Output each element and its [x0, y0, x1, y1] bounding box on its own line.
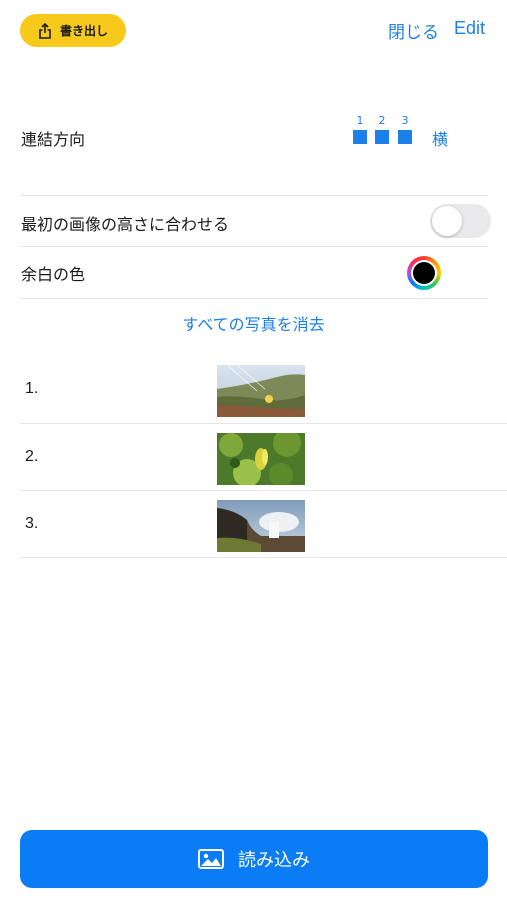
match-height-label: 最初の画像の高さに合わせる	[21, 215, 230, 234]
edit-button[interactable]: Edit	[454, 18, 485, 39]
load-button[interactable]: 読み込み	[20, 830, 488, 888]
direction-number-2: 2	[378, 114, 386, 127]
photo-thumbnail-3	[217, 500, 305, 552]
photo-index: 2.	[25, 448, 39, 465]
divider	[20, 557, 507, 558]
photo-index: 1.	[25, 380, 39, 397]
match-height-toggle[interactable]	[430, 204, 491, 238]
clear-all-photos-button[interactable]: すべての写真を消去	[0, 311, 507, 335]
direction-block-3	[398, 130, 412, 144]
color-well-ring	[411, 260, 437, 286]
load-button-label: 読み込み	[238, 850, 310, 871]
direction-number-3: 3	[401, 114, 409, 127]
margin-color-swatch	[413, 262, 435, 284]
photo-thumbnail-1	[217, 365, 305, 417]
direction-selector[interactable]: 1 2 3 横	[353, 114, 453, 149]
photo-row-3[interactable]: 3.	[20, 491, 507, 557]
export-button-label: 書き出し	[59, 24, 108, 38]
image-icon	[198, 849, 224, 869]
margin-color-well[interactable]	[407, 256, 441, 290]
photo-thumbnail-2	[217, 433, 305, 485]
direction-block-1	[353, 130, 367, 144]
close-button[interactable]: 閉じる	[388, 18, 439, 43]
margin-color-label: 余白の色	[21, 265, 86, 284]
share-icon	[39, 22, 51, 39]
direction-block-2	[375, 130, 389, 144]
toggle-knob	[432, 206, 462, 236]
direction-number-1: 1	[356, 114, 364, 127]
divider	[20, 195, 488, 196]
direction-value: 横	[432, 130, 449, 149]
photo-row-2[interactable]: 2.	[20, 424, 507, 490]
direction-label: 連結方向	[21, 130, 86, 149]
divider	[20, 298, 488, 299]
divider	[20, 246, 488, 247]
photo-row-1[interactable]: 1.	[20, 356, 507, 422]
photo-index: 3.	[25, 515, 39, 532]
export-button[interactable]: 書き出し	[20, 14, 126, 47]
